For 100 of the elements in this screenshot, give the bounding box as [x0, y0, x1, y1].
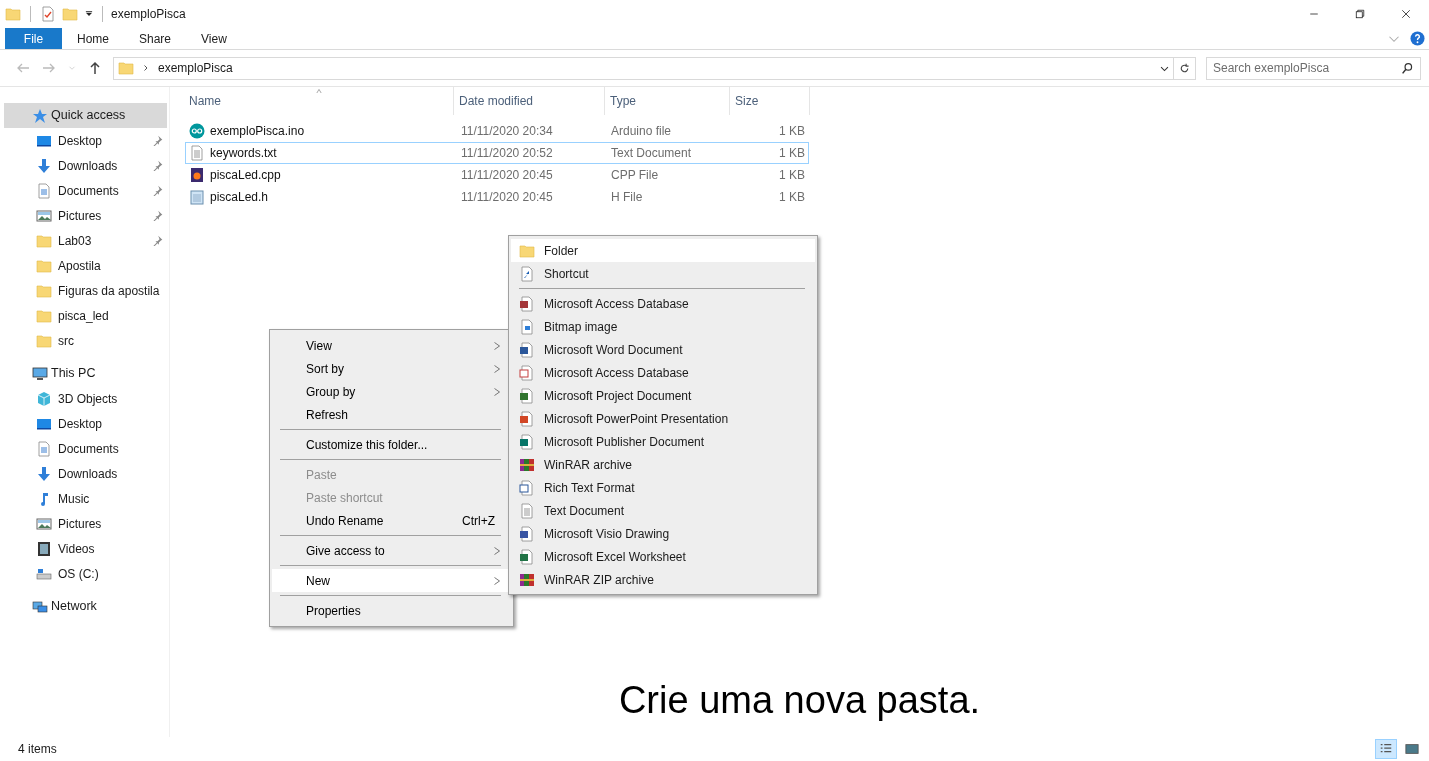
file-name: piscaLed.h: [210, 189, 269, 206]
menu-item[interactable]: Bitmap image: [511, 315, 815, 338]
menu-item[interactable]: Folder: [511, 239, 815, 262]
search-field[interactable]: Search exemploPisca: [1206, 56, 1421, 80]
word-file-icon: [519, 479, 535, 496]
sidebar-item[interactable]: src: [4, 328, 167, 353]
menu-item[interactable]: Group by: [272, 380, 511, 403]
shortcut-arrow-icon: [519, 265, 535, 282]
menu-item[interactable]: WinRAR ZIP archive: [511, 568, 815, 591]
menu-item[interactable]: Give access to: [272, 539, 511, 562]
column-header[interactable]: Type: [605, 87, 730, 115]
file-menu-tab[interactable]: File: [5, 28, 62, 49]
folder-icon: [36, 257, 52, 274]
menu-item[interactable]: Microsoft Word Document: [511, 338, 815, 361]
sidebar-item[interactable]: This PC: [4, 361, 167, 386]
text-file-icon: [189, 145, 205, 161]
date-cell-text: 11/11/2020 20:34: [460, 123, 554, 140]
chevron-right-icon: [142, 64, 150, 72]
folder-icon: [519, 242, 535, 259]
folder-icon: [36, 332, 52, 349]
menu-item[interactable]: Rich Text Format: [511, 476, 815, 499]
monitor-icon: [32, 365, 48, 382]
size-cell-text: 1 KB: [778, 167, 806, 184]
address-field[interactable]: exemploPisca: [113, 56, 1196, 80]
menu-item[interactable]: Microsoft Publisher Document: [511, 430, 815, 453]
menu-item[interactable]: Microsoft PowerPoint Presentation: [511, 407, 815, 430]
folder-icon: [36, 307, 52, 324]
sidebar-item[interactable]: Pictures: [4, 511, 167, 536]
infinity-logo-icon: [189, 123, 205, 139]
sidebar-item[interactable]: 3D Objects: [4, 386, 167, 411]
file-row[interactable]: keywords.txt 11/11/2020 20:52 Text Document 1 KB: [185, 142, 809, 164]
breadcrumb-link[interactable]: exemploPisca: [158, 59, 233, 77]
file-name: exemploPisca.ino: [210, 123, 305, 140]
menu-item[interactable]: View: [272, 334, 511, 357]
details-view-button[interactable]: [1375, 739, 1397, 759]
sidebar-item[interactable]: Music: [4, 486, 167, 511]
star-icon: [32, 107, 48, 124]
sidebar-item[interactable]: Desktop: [4, 128, 167, 153]
properties-icon[interactable]: [40, 6, 56, 22]
sidebar-item[interactable]: Videos: [4, 536, 167, 561]
menu-item[interactable]: Undo Rename Ctrl+Z: [272, 509, 511, 532]
sort-up-icon: [314, 87, 324, 93]
column-header[interactable]: Name: [184, 87, 454, 115]
date-cell-text: 11/11/2020 20:45: [460, 167, 554, 184]
down-arrow-icon: [36, 157, 52, 174]
sidebar-item[interactable]: Documents: [4, 436, 167, 461]
menu-item[interactable]: Properties: [272, 599, 511, 622]
file-row[interactable]: piscaLed.h 11/11/2020 20:45 H File 1 KB: [185, 186, 809, 208]
picture-icon: [36, 515, 52, 532]
type-cell-text: Arduino file: [610, 123, 673, 140]
sidebar-item[interactable]: Apostila: [4, 253, 167, 278]
sidebar-item[interactable]: Network: [4, 594, 167, 619]
menu-item[interactable]: Microsoft Excel Worksheet: [511, 545, 815, 568]
sidebar-item[interactable]: pisca_led: [4, 303, 167, 328]
date-cell-text: 11/11/2020 20:52: [460, 145, 554, 162]
menu-item[interactable]: Microsoft Access Database: [511, 361, 815, 384]
sidebar-item[interactable]: Documents: [4, 178, 167, 203]
file-name: keywords.txt: [210, 145, 277, 162]
menu-item[interactable]: Refresh: [272, 403, 511, 426]
item-count: 4 items: [18, 741, 57, 758]
menu-item[interactable]: Sort by: [272, 357, 511, 380]
menu-item[interactable]: Text Document: [511, 499, 815, 522]
sidebar-item[interactable]: Downloads: [4, 461, 167, 486]
project-file-icon: [519, 387, 535, 404]
file-row[interactable]: exemploPisca.ino 11/11/2020 20:34 Arduino file 1 KB: [185, 120, 809, 142]
window-title: exemploPisca: [111, 6, 186, 23]
shortcut-text: Ctrl+Z: [462, 512, 495, 530]
type-cell-text: Text Document: [610, 145, 693, 162]
picture-icon: [36, 207, 52, 224]
sidebar-item[interactable]: Desktop: [4, 411, 167, 436]
sidebar-item[interactable]: Pictures: [4, 203, 167, 228]
menu-item[interactable]: Shortcut: [511, 262, 815, 285]
menu-item[interactable]: WinRAR archive: [511, 453, 815, 476]
menu-item[interactable]: Microsoft Access Database: [511, 292, 815, 315]
ribbon-tab[interactable]: View: [186, 28, 242, 49]
cube-icon: [36, 390, 52, 407]
sidebar-item[interactable]: Figuras da apostila: [4, 278, 167, 303]
restore-icon: [1354, 8, 1366, 20]
menu-item[interactable]: Microsoft Project Document: [511, 384, 815, 407]
excel-file-icon: [519, 548, 535, 565]
sidebar-item[interactable]: OS (C:): [4, 561, 167, 586]
folder-icon: [5, 6, 21, 22]
type-cell-text: CPP File: [610, 167, 660, 184]
visio-file-icon: [519, 525, 535, 542]
sidebar-item[interactable]: Lab03: [4, 228, 167, 253]
column-header[interactable]: Size: [730, 87, 810, 115]
column-header[interactable]: Date modified: [454, 87, 605, 115]
refresh-icon[interactable]: [1178, 61, 1191, 75]
help-icon[interactable]: [1410, 31, 1425, 46]
ribbon-tab[interactable]: Share: [124, 28, 187, 49]
sidebar-item[interactable]: Quick access: [4, 103, 167, 128]
books-stack-icon: [519, 571, 535, 588]
folder-icon: [36, 282, 52, 299]
film-icon: [36, 540, 52, 557]
file-row[interactable]: piscaLed.cpp 11/11/2020 20:45 CPP File 1 KB: [185, 164, 809, 186]
menu-item[interactable]: Customize this folder...: [272, 433, 511, 456]
menu-item[interactable]: New: [272, 569, 511, 592]
menu-item[interactable]: Microsoft Visio Drawing: [511, 522, 815, 545]
ribbon-tab[interactable]: Home: [62, 28, 124, 49]
sidebar-item[interactable]: Downloads: [4, 153, 167, 178]
